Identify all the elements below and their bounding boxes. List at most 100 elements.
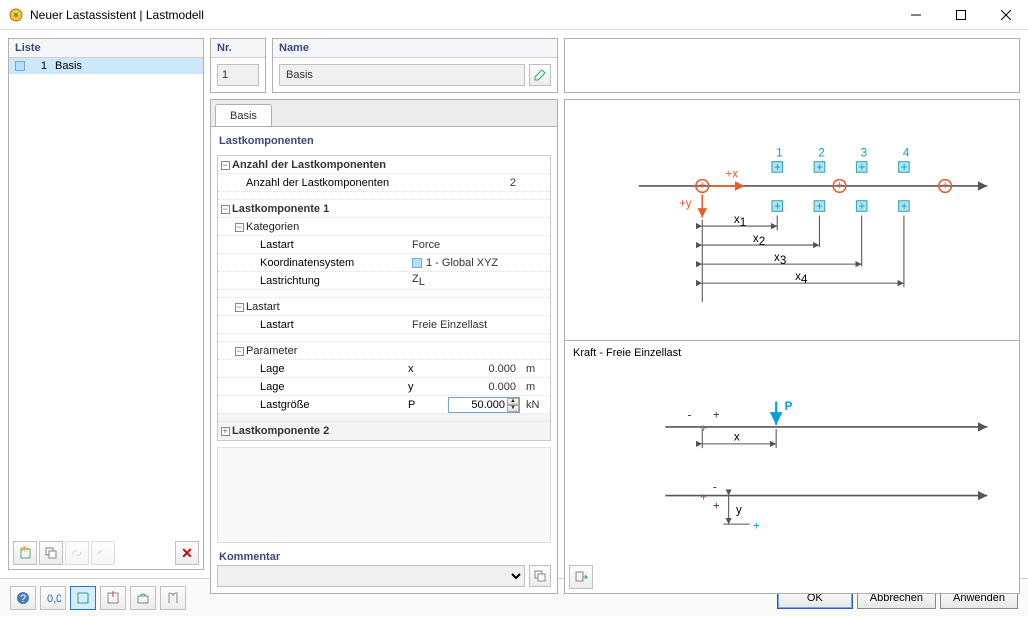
- group-anzahl[interactable]: −Anzahl der Lastkomponenten: [218, 156, 550, 174]
- blank-top-panel: [564, 38, 1020, 93]
- row-koordsys[interactable]: Koordinatensystem 1 - Global XYZ: [218, 254, 550, 272]
- content-area: Liste 1 Basis ✳ ✕ Nr. Name: [0, 30, 1028, 578]
- row-lastart[interactable]: Lastart Force: [218, 236, 550, 254]
- link-button: [65, 541, 89, 565]
- diagram-bottom-label: Kraft - Freie Einzellast: [573, 347, 681, 359]
- property-grid: −Anzahl der Lastkomponenten Anzahl der L…: [217, 155, 551, 441]
- svg-text:x2: x2: [753, 232, 765, 248]
- nr-header: Nr.: [211, 39, 265, 58]
- units-button[interactable]: 0,00: [40, 586, 66, 610]
- svg-text:-: -: [687, 408, 691, 421]
- svg-text:+: +: [774, 200, 781, 213]
- tab-body: Lastkomponenten −Anzahl der Lastkomponen…: [211, 126, 557, 593]
- list-toolbar: ✳ ✕: [13, 541, 199, 565]
- list-item-label: Basis: [55, 60, 82, 72]
- row-lage-x[interactable]: Lage x 0.000m: [218, 360, 550, 378]
- svg-text:x4: x4: [795, 270, 808, 286]
- svg-text:0,00: 0,00: [47, 593, 61, 605]
- svg-text:+: +: [753, 519, 760, 532]
- kommentar-select[interactable]: [217, 565, 525, 587]
- svg-text:2: 2: [818, 146, 824, 159]
- svg-text:+: +: [816, 161, 823, 174]
- svg-text:+: +: [774, 161, 781, 174]
- kommentar-copy-button[interactable]: [529, 565, 551, 587]
- list-body: 1 Basis: [9, 58, 203, 569]
- view1-button[interactable]: [70, 586, 96, 610]
- svg-text:+: +: [859, 200, 866, 213]
- row-lastart2[interactable]: Lastart Freie Einzellast: [218, 316, 550, 334]
- list-panel: Liste 1 Basis ✳ ✕: [8, 38, 204, 570]
- tab-strip: Basis: [211, 100, 557, 126]
- row-lastgroesse[interactable]: Lastgröße P ▲▼ kN: [218, 396, 550, 414]
- name-panel: Name: [272, 38, 558, 93]
- help-button[interactable]: ?: [10, 586, 36, 610]
- svg-text:-: -: [713, 480, 717, 493]
- svg-text:+: +: [700, 490, 707, 503]
- group-lk1[interactable]: −Lastkomponente 1: [218, 200, 550, 218]
- unlink-button: [91, 541, 115, 565]
- spinner-up[interactable]: ▲: [507, 398, 519, 405]
- list-item[interactable]: 1 Basis: [9, 58, 203, 74]
- tabs-panel: Basis Lastkomponenten −Anzahl der Lastko…: [210, 99, 558, 594]
- list-item-num: 1: [29, 60, 47, 72]
- svg-text:+: +: [700, 422, 707, 435]
- view2-button[interactable]: [100, 586, 126, 610]
- nr-panel: Nr.: [210, 38, 266, 93]
- diagram-export-button[interactable]: [569, 565, 593, 589]
- group-parameter[interactable]: −Parameter: [218, 342, 550, 360]
- name-header: Name: [273, 39, 557, 58]
- svg-text:+: +: [713, 408, 720, 421]
- svg-text:1: 1: [776, 146, 782, 159]
- diagram-bottom: Kraft - Freie Einzellast - + + P: [564, 341, 1020, 594]
- window-title: Neuer Lastassistent | Lastmodell: [30, 8, 893, 22]
- group-kategorien[interactable]: −Kategorien: [218, 218, 550, 236]
- right-container: Nr. Name Basis Lastkomponenten: [210, 38, 1020, 570]
- svg-text:?: ?: [20, 593, 26, 605]
- edit-name-button[interactable]: [529, 64, 551, 86]
- row-anzahl[interactable]: Anzahl der Lastkomponenten 2: [218, 174, 550, 192]
- group-lastart2[interactable]: −Lastart: [218, 298, 550, 316]
- svg-text:x1: x1: [734, 213, 746, 229]
- close-button[interactable]: [983, 0, 1028, 30]
- diagram-top: + + + +x +y 1 + 2 + 3 +: [564, 99, 1020, 341]
- name-input[interactable]: [279, 64, 525, 86]
- svg-text:+: +: [901, 200, 908, 213]
- delete-item-button[interactable]: ✕: [175, 541, 199, 565]
- svg-text:y: y: [736, 503, 742, 516]
- svg-text:P: P: [785, 400, 793, 413]
- spinner-down[interactable]: ▼: [507, 405, 519, 412]
- svg-text:4: 4: [903, 146, 910, 159]
- svg-text:3: 3: [861, 146, 867, 159]
- list-header: Liste: [9, 39, 203, 58]
- svg-text:+: +: [942, 179, 949, 192]
- section-kommentar: Kommentar: [217, 549, 551, 565]
- tab-basis[interactable]: Basis: [215, 104, 272, 126]
- section-lastkomponenten: Lastkomponenten: [217, 133, 551, 149]
- svg-text:+x: +x: [725, 168, 738, 181]
- row-lage-y[interactable]: Lage y 0.000m: [218, 378, 550, 396]
- svg-text:+: +: [901, 161, 908, 174]
- list-color-swatch: [15, 61, 25, 71]
- svg-text:+: +: [836, 179, 843, 192]
- script-button[interactable]: [160, 586, 186, 610]
- nr-input[interactable]: [217, 64, 259, 86]
- row-lastrichtung[interactable]: Lastrichtung ZL: [218, 272, 550, 290]
- titlebar: Neuer Lastassistent | Lastmodell: [0, 0, 1028, 30]
- copy-item-button[interactable]: [39, 541, 63, 565]
- svg-text:+: +: [699, 179, 706, 192]
- svg-text:+y: +y: [679, 197, 692, 210]
- view3-button[interactable]: [130, 586, 156, 610]
- minimize-button[interactable]: [893, 0, 938, 30]
- grid-filler: [217, 447, 551, 543]
- app-icon: [8, 7, 24, 23]
- svg-text:+: +: [713, 499, 720, 512]
- svg-text:+: +: [859, 161, 866, 174]
- svg-text:+: +: [816, 200, 823, 213]
- new-item-button[interactable]: ✳: [13, 541, 37, 565]
- svg-text:x: x: [734, 430, 740, 443]
- svg-text:x3: x3: [774, 251, 786, 267]
- diagram-panel: + + + +x +y 1+ 2+ 3+: [564, 99, 1020, 594]
- group-lk2[interactable]: +Lastkomponente 2: [218, 422, 550, 440]
- svg-text:✳: ✳: [20, 546, 29, 555]
- maximize-button[interactable]: [938, 0, 983, 30]
